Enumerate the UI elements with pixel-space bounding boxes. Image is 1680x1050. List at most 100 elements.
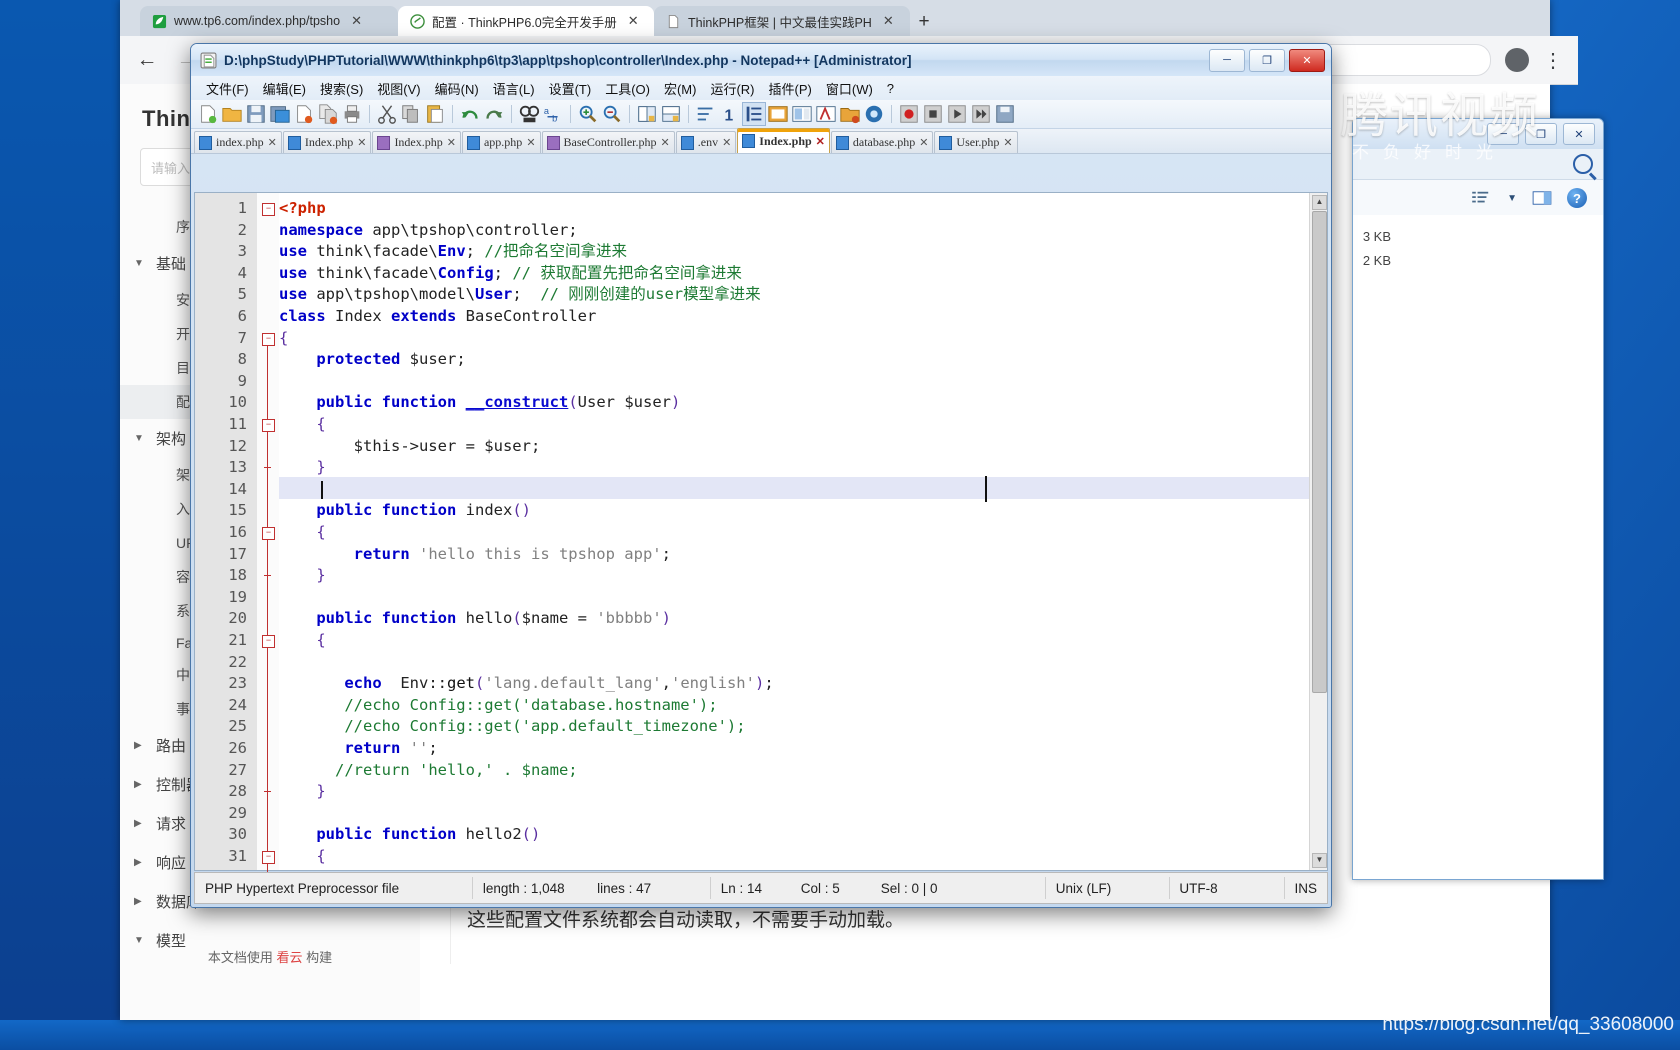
editor-vertical-scrollbar[interactable]: ▲ ▼ [1309, 193, 1327, 870]
doc-tab-close-icon[interactable]: ✕ [919, 136, 928, 149]
doc-tab-7[interactable]: database.php ✕ [830, 131, 934, 153]
menu-item-2[interactable]: 搜索(S) [313, 77, 370, 100]
doc-tab-6[interactable]: Index.php ✕ [737, 128, 830, 153]
code-line[interactable]: <?php [279, 198, 326, 220]
cut-icon[interactable] [376, 103, 398, 125]
browser-tab-close-icon[interactable]: ✕ [883, 13, 894, 29]
preview-pane-icon[interactable] [1531, 190, 1553, 206]
code-line[interactable]: use think\facade\Config; // 获取配置先把命名空间拿进… [279, 263, 742, 285]
editor-scroll-thumb[interactable] [1312, 211, 1327, 693]
menu-item-7[interactable]: 工具(O) [598, 77, 657, 100]
explorer-address-bar[interactable] [1353, 149, 1603, 180]
save-icon[interactable] [245, 103, 267, 125]
code-line[interactable]: use app\tpshop\model\User; // 刚刚创建的user模… [279, 284, 761, 306]
doc-tab-close-icon[interactable]: ✕ [1003, 136, 1012, 149]
doc-tab-close-icon[interactable]: ✕ [661, 136, 670, 149]
doc-tab-close-icon[interactable]: ✕ [357, 136, 366, 149]
open-file-icon[interactable] [221, 103, 243, 125]
print-icon[interactable] [341, 103, 363, 125]
chevron-down-icon[interactable]: ▼ [134, 935, 146, 946]
zoom-in-icon[interactable] [577, 103, 599, 125]
menu-item-11[interactable]: 窗口(W) [819, 77, 880, 100]
menu-item-8[interactable]: 宏(M) [657, 77, 704, 100]
doc-tab-close-icon[interactable]: ✕ [268, 136, 277, 149]
fold-toggle-icon[interactable]: − [262, 332, 275, 346]
code-line[interactable]: class Index extends BaseController [279, 306, 596, 328]
menu-item-6[interactable]: 设置(T) [542, 77, 599, 100]
doc-tab-5[interactable]: .env ✕ [675, 131, 737, 153]
browser-tab-close-icon[interactable]: ✕ [628, 13, 639, 29]
code-line[interactable]: { [279, 630, 325, 652]
menu-item-4[interactable]: 编码(N) [428, 77, 486, 100]
explorer-file-list[interactable]: 3 KB 2 KB [1353, 215, 1603, 879]
explorer-maximize-button[interactable]: ❐ [1525, 123, 1557, 145]
redo-icon[interactable] [483, 103, 505, 125]
find-icon[interactable] [518, 103, 540, 125]
replace-icon[interactable]: ab [542, 103, 564, 125]
code-line[interactable]: protected $user; [279, 349, 465, 371]
fold-toggle-icon[interactable]: − [262, 203, 275, 216]
doc-tab-2[interactable]: Index.php ✕ [372, 131, 461, 153]
notepad-editor[interactable]: 1 2 3 4 5 6 7 8 9 10 11 12 13 14 15 16 17 18 19 20 21 22 23 24 2… [194, 192, 1328, 908]
code-line[interactable]: //return 'hello,' . $name; [279, 760, 578, 782]
doc-tab-close-icon[interactable]: ✕ [526, 136, 535, 149]
notepad-title-bar[interactable]: D:\phpStudy\PHPTutorial\WWW\thinkphp6\tp… [191, 44, 1331, 76]
notepad-close-button[interactable]: ✕ [1289, 48, 1325, 72]
explorer-minimize-button[interactable]: ─ [1487, 123, 1519, 145]
docs-footer-brand[interactable]: 看云 [276, 950, 302, 965]
editor-fold-column[interactable]: − − − − − − [257, 193, 279, 901]
chevron-down-icon[interactable]: ▼ [134, 433, 146, 444]
code-line[interactable]: { [279, 846, 325, 868]
code-line[interactable]: } [279, 781, 325, 803]
code-line[interactable]: use think\facade\Env; //把命名空间拿进来 [279, 241, 627, 263]
view-list-icon[interactable] [1471, 190, 1493, 206]
scroll-down-arrow-icon[interactable]: ▼ [1312, 853, 1327, 868]
code-line[interactable]: { [279, 328, 288, 350]
doc-tab-1[interactable]: Index.php ✕ [282, 131, 372, 153]
menu-item-0[interactable]: 文件(F) [199, 77, 256, 100]
code-line[interactable]: namespace app\tpshop\controller; [279, 220, 578, 242]
doc-tab-0[interactable]: index.php ✕ [194, 131, 282, 153]
chevron-right-icon[interactable]: ▶ [134, 818, 146, 829]
menu-item-9[interactable]: 运行(R) [703, 77, 761, 100]
macro-record-icon[interactable] [898, 103, 920, 125]
sync-scroll-h-icon[interactable] [660, 103, 682, 125]
macro-play-icon[interactable] [946, 103, 968, 125]
undo-icon[interactable] [459, 103, 481, 125]
code-line[interactable]: $this->user = $user; [279, 436, 541, 458]
code-line[interactable]: echo Env::get('lang.default_lang','engli… [279, 673, 773, 695]
doc-tab-close-icon[interactable]: ✕ [722, 136, 731, 149]
code-line[interactable]: public function __construct(User $user) [279, 392, 680, 414]
sync-scroll-v-icon[interactable] [636, 103, 658, 125]
save-all-icon[interactable] [269, 103, 291, 125]
code-line[interactable]: { [279, 522, 325, 544]
copy-icon[interactable] [400, 103, 422, 125]
code-line[interactable]: public function hello2() [279, 824, 540, 846]
scroll-up-arrow-icon[interactable]: ▲ [1312, 195, 1327, 210]
zoom-out-icon[interactable] [601, 103, 623, 125]
code-line[interactable]: //echo Config::get('app.default_timezone… [279, 716, 745, 738]
fold-toggle-icon[interactable]: − [262, 527, 275, 540]
paste-icon[interactable] [424, 103, 446, 125]
chevron-down-icon[interactable]: ▼ [134, 258, 146, 269]
fold-toggle-icon[interactable]: − [262, 851, 275, 864]
chevron-right-icon[interactable]: ▶ [134, 740, 146, 751]
close-all-icon[interactable] [317, 103, 339, 125]
code-line[interactable]: } [279, 565, 325, 587]
indent-guide-icon[interactable] [742, 102, 766, 126]
macro-play-multiple-icon[interactable] [970, 103, 992, 125]
code-line[interactable]: return ''; [279, 738, 437, 760]
help-icon[interactable]: ? [1567, 188, 1587, 208]
browser-tab-close-icon[interactable]: ✕ [351, 13, 362, 29]
code-line[interactable]: return 'Hello,' . $this->user->name . '!… [279, 868, 755, 870]
menu-item-5[interactable]: 语言(L) [486, 77, 542, 100]
browser-tab-1[interactable]: 配置 · ThinkPHP6.0完全开发手册 ✕ [398, 6, 654, 36]
chevron-down-icon[interactable]: ▼ [1507, 193, 1517, 204]
browser-menu-icon[interactable]: ⋮ [1543, 48, 1564, 73]
browser-tab-0[interactable]: www.tp6.com/index.php/tpsho ✕ [140, 6, 398, 36]
function-list-icon[interactable] [815, 103, 837, 125]
code-line[interactable]: } [279, 457, 325, 479]
menu-item-12[interactable]: ? [880, 79, 901, 98]
chevron-right-icon[interactable]: ▶ [134, 779, 146, 790]
fold-toggle-icon[interactable]: − [262, 635, 275, 648]
